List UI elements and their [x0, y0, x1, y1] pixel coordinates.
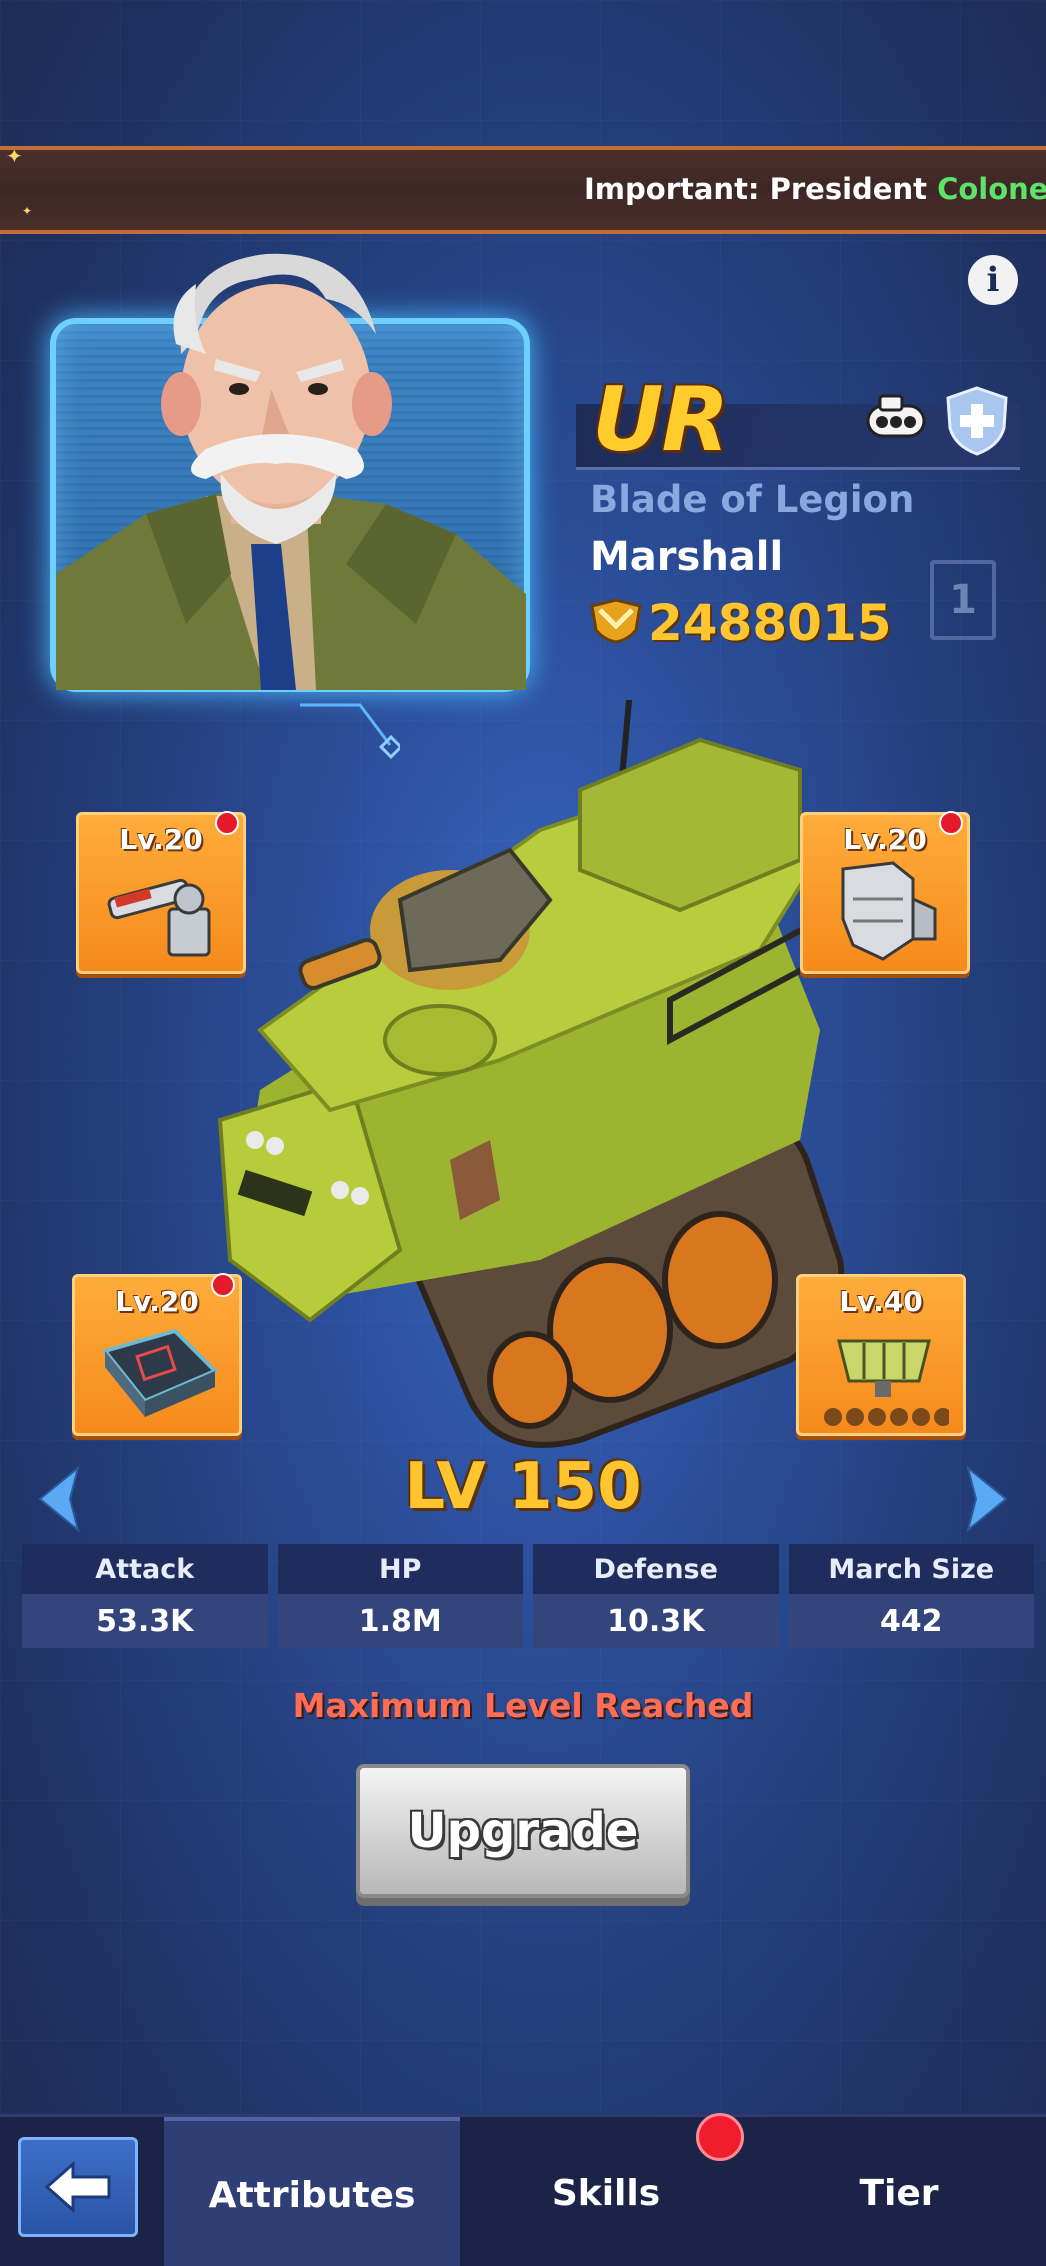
announcement-banner[interactable]: ✦ ✦ Important: President Colonel Ya: [0, 146, 1046, 234]
hero-title: Blade of Legion: [590, 478, 915, 521]
marshall-portrait-image: [56, 253, 526, 690]
formation-slot-marker[interactable]: 1: [930, 560, 996, 640]
upgrade-button[interactable]: Upgrade: [356, 1764, 690, 1898]
stat-march-size: March Size 442: [788, 1544, 1034, 1648]
stat-value: 442: [788, 1594, 1034, 1648]
shield-plus-icon: [946, 386, 1008, 456]
equipment-slot-cannon[interactable]: Lv.20: [76, 811, 246, 974]
info-icon[interactable]: i: [968, 255, 1018, 305]
stat-label: HP: [277, 1544, 523, 1594]
tank-type-icon: [866, 394, 926, 438]
rarity-badge: UR: [592, 368, 729, 471]
vehicle-level: LV 150: [404, 1450, 642, 1524]
back-button[interactable]: [18, 2137, 138, 2237]
announcement-prefix: Important: President: [584, 172, 938, 206]
stat-value: 1.8M: [277, 1594, 523, 1648]
skills-alert-dot: [696, 2113, 744, 2161]
equipment-level: Lv.40: [839, 1285, 923, 1318]
announcement-text: Important: President Colonel Ya: [584, 172, 1046, 206]
next-arrow-icon[interactable]: [962, 1464, 1012, 1534]
stat-label: March Size: [788, 1544, 1034, 1594]
arrow-left-icon: [44, 2160, 111, 2214]
power-value: 2488015: [648, 594, 892, 652]
alert-dot: [211, 1273, 235, 1297]
engine-icon: [824, 1339, 949, 1426]
hero-portrait[interactable]: [50, 253, 530, 692]
armor-plate-icon: [841, 861, 937, 961]
announcement-highlight: Colonel Ya: [937, 172, 1046, 206]
hero-name: Marshall: [590, 534, 784, 580]
alert-dot: [215, 811, 239, 835]
sparkle-icon: ✦: [22, 204, 33, 218]
equipment-slot-chip[interactable]: Lv.20: [72, 1273, 242, 1436]
stat-label: Defense: [533, 1544, 779, 1594]
power-crest-icon: [590, 598, 642, 644]
stat-hp: HP 1.8M: [277, 1544, 523, 1648]
stats-table: Attack 53.3K HP 1.8M Defense 10.3K March…: [22, 1544, 1034, 1648]
alert-dot: [939, 811, 963, 835]
stat-attack: Attack 53.3K: [22, 1544, 268, 1648]
bottom-tab-bar: Attributes Skills Tier: [0, 2113, 1046, 2266]
radar-chip-icon: [101, 1328, 219, 1417]
tank-vehicle-image: [217, 700, 845, 1448]
stat-defense: Defense 10.3K: [533, 1544, 779, 1648]
cannon-icon: [107, 878, 211, 957]
stat-value: 53.3K: [22, 1594, 268, 1648]
max-level-message: Maximum Level Reached: [292, 1686, 754, 1725]
equipment-slot-engine[interactable]: Lv.40: [796, 1274, 966, 1436]
stat-value: 10.3K: [533, 1594, 779, 1648]
equipment-slot-armor[interactable]: Lv.20: [800, 811, 970, 974]
tab-attributes[interactable]: Attributes: [164, 2117, 460, 2266]
tab-tier[interactable]: Tier: [752, 2117, 1046, 2266]
stat-label: Attack: [22, 1544, 268, 1594]
sparkle-icon: ✦: [6, 146, 23, 168]
